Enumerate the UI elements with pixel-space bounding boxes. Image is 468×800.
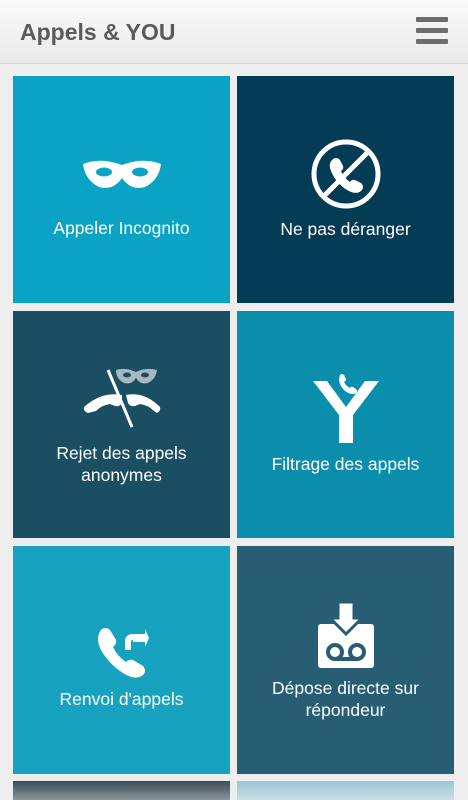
tile-partial-next[interactable] — [13, 781, 230, 800]
tile-ne-pas-deranger[interactable]: Ne pas déranger — [237, 76, 454, 303]
menu-icon[interactable] — [416, 15, 448, 47]
call-filter-icon — [312, 374, 379, 443]
tile-label: Rejet des appels anonymes — [56, 443, 187, 485]
tile-appeler-incognito[interactable]: Appeler Incognito — [13, 76, 230, 303]
app-title: Appels & YOU — [20, 19, 176, 45]
tile-partial-next[interactable] — [237, 781, 454, 800]
app-header: Appels & YOU — [0, 0, 468, 64]
tile-label: Renvoi d'appels — [59, 689, 184, 709]
tile-filtrage-appels[interactable]: Filtrage des appels — [237, 311, 454, 538]
tile-label: Filtrage des appels — [271, 454, 420, 474]
tile-label: Dépose directe sur répondeur — [272, 678, 419, 720]
tile-label: Ne pas déranger — [280, 219, 411, 239]
tile-renvoi-appels[interactable]: Renvoi d'appels — [13, 546, 230, 774]
tile-label: Appeler Incognito — [53, 218, 190, 238]
call-forward-icon — [97, 628, 149, 678]
tile-depose-directe-repondeur[interactable]: Dépose directe sur répondeur — [237, 546, 454, 774]
tile-rejet-appels-anonymes[interactable]: Rejet des appels anonymes — [13, 311, 230, 538]
reject-anonymous-icon — [83, 368, 160, 428]
voicemail-drop-icon — [317, 602, 374, 668]
mask-icon — [82, 160, 161, 188]
no-call-icon — [311, 139, 380, 209]
